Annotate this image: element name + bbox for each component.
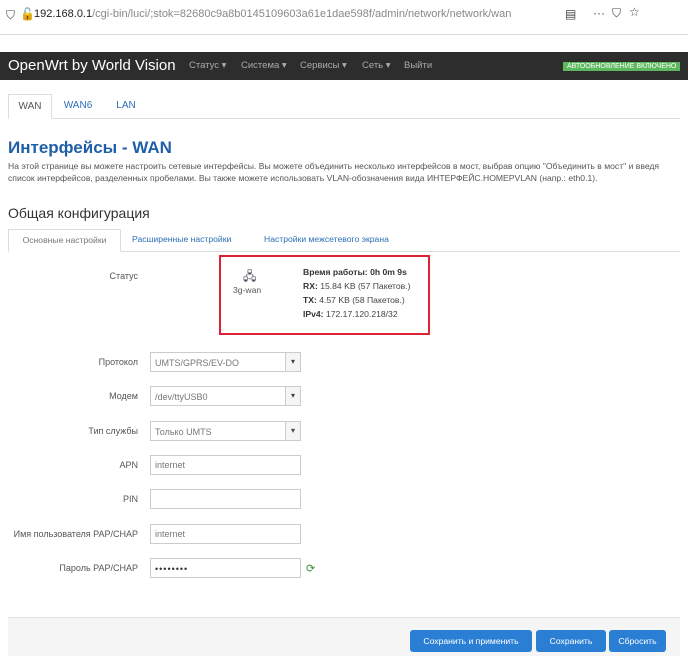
tab-firewall-settings[interactable]: Настройки межсетевого экрана — [264, 229, 389, 250]
reader-view-icon[interactable]: ▤ — [565, 7, 576, 21]
url-host: 192.168.0.1 — [34, 8, 93, 20]
protocol-label: Протокол — [98, 357, 138, 367]
reveal-password-icon[interactable]: ⟳ — [306, 562, 315, 575]
chevron-down-icon: ▾ — [285, 353, 300, 371]
caret-down-icon: ▾ — [221, 60, 227, 71]
page-description: На этой странице вы можете настроить сет… — [8, 161, 660, 183]
menu-network[interactable]: Сеть ▾ — [362, 60, 391, 71]
menu-logout[interactable]: Выйти — [404, 60, 432, 71]
url-path: /cgi-bin/luci/;stok=82680c9a8b0145109603… — [92, 8, 512, 20]
rx-line: RX: 15.84 KB (57 Пакетов.) — [303, 281, 411, 291]
bookmark-star-icon[interactable]: ☆ — [629, 5, 640, 19]
tab-advanced-settings[interactable]: Расширенные настройки — [132, 229, 231, 250]
password-input[interactable]: •••••••• — [150, 558, 301, 578]
menu-services[interactable]: Сервисы ▾ — [300, 60, 347, 71]
protocol-value: UMTS/GPRS/EV-DO — [155, 358, 240, 368]
reset-button[interactable]: Сбросить — [609, 630, 666, 652]
caret-down-icon: ▾ — [281, 60, 287, 71]
status-label: Статус — [109, 271, 138, 281]
tab-lan[interactable]: LAN — [108, 94, 144, 117]
modem-value: /dev/ttyUSB0 — [155, 392, 208, 402]
insecure-lock-icon[interactable]: 🔓 — [20, 7, 35, 21]
service-type-value: Только UMTS — [155, 427, 212, 437]
password-label: Пароль PAP/CHAP — [59, 563, 138, 573]
service-type-label: Тип службы — [88, 426, 138, 436]
chevron-down-icon: ▾ — [285, 387, 300, 405]
page-title: Интерфейсы - WAN — [8, 138, 172, 157]
rx-value: 15.84 KB (57 Пакетов.) — [320, 281, 411, 291]
caret-down-icon: ▾ — [342, 60, 347, 71]
chevron-down-icon: ▾ — [285, 422, 300, 440]
config-tabs: Основные настройки Расширенные настройки… — [8, 229, 680, 252]
uptime-line: Время работы: 0h 0m 9s — [303, 267, 407, 277]
apn-label: APN — [119, 460, 138, 470]
pin-input[interactable] — [150, 489, 301, 509]
autoupdate-badge[interactable]: АВТООБНОВЛЕНИЕ ВКЛЮЧЕНО — [563, 62, 681, 71]
pocket-icon[interactable]: ⛉ — [612, 6, 621, 21]
form-actions: Сохранить и применить Сохранить Сбросить — [8, 617, 680, 656]
tx-value: 4.57 KB (58 Пакетов.) — [319, 295, 405, 305]
ipv4-value: 172.17.120.218/32 — [325, 309, 398, 319]
menu-label: Сервисы — [300, 60, 340, 71]
apn-input[interactable] — [150, 455, 301, 475]
status-panel: 🖧 3g-wan Время работы: 0h 0m 9s RX: 15.8… — [219, 255, 430, 335]
menu-label: Сеть — [362, 60, 384, 71]
rx-label: RX: — [303, 281, 318, 291]
tab-wan6[interactable]: WAN6 — [58, 94, 98, 117]
tab-wan[interactable]: WAN — [8, 94, 52, 119]
menu-label: Система — [241, 60, 280, 71]
top-navbar: OpenWrt by World Vision Статус ▾ Система… — [0, 52, 688, 80]
save-apply-button[interactable]: Сохранить и применить — [410, 630, 532, 652]
username-input[interactable] — [150, 524, 301, 544]
browser-toolbar: ⛉ 🔓 192.168.0.1/cgi-bin/luci/;stok=82680… — [0, 0, 688, 35]
save-button[interactable]: Сохранить — [536, 630, 606, 652]
username-label: Имя пользователя PAP/CHAP — [13, 529, 138, 539]
menu-system[interactable]: Система ▾ — [241, 60, 287, 71]
tx-label: TX: — [303, 295, 317, 305]
caret-down-icon: ▾ — [385, 60, 391, 71]
uptime-label: Время работы: — [303, 267, 368, 277]
more-actions-icon[interactable]: ··· — [593, 6, 605, 20]
interface-name: 3g-wan — [233, 285, 262, 295]
service-type-select[interactable]: Только UMTS ▾ — [150, 421, 301, 441]
interface-tabs: WAN WAN6 LAN — [8, 94, 680, 119]
tab-basic-settings[interactable]: Основные настройки — [8, 229, 121, 252]
tx-line: TX: 4.57 KB (58 Пакетов.) — [303, 295, 405, 305]
address-bar[interactable]: 192.168.0.1/cgi-bin/luci/;stok=82680c9a8… — [34, 8, 511, 20]
menu-label: Статус — [189, 60, 220, 71]
shield-icon[interactable]: ⛉ — [6, 8, 15, 23]
menu-status[interactable]: Статус ▾ — [189, 60, 226, 71]
protocol-select[interactable]: UMTS/GPRS/EV-DO ▾ — [150, 352, 301, 372]
modem-label: Модем — [109, 391, 138, 401]
brand-logo[interactable]: OpenWrt by World Vision — [8, 57, 176, 74]
pin-label: PIN — [122, 494, 138, 504]
ipv4-label: IPv4: — [303, 309, 324, 319]
section-title: Общая конфигурация — [8, 205, 150, 221]
uptime-value: 0h 0m 9s — [370, 267, 407, 277]
modem-select[interactable]: /dev/ttyUSB0 ▾ — [150, 386, 301, 406]
ipv4-line: IPv4: 172.17.120.218/32 — [303, 309, 398, 319]
